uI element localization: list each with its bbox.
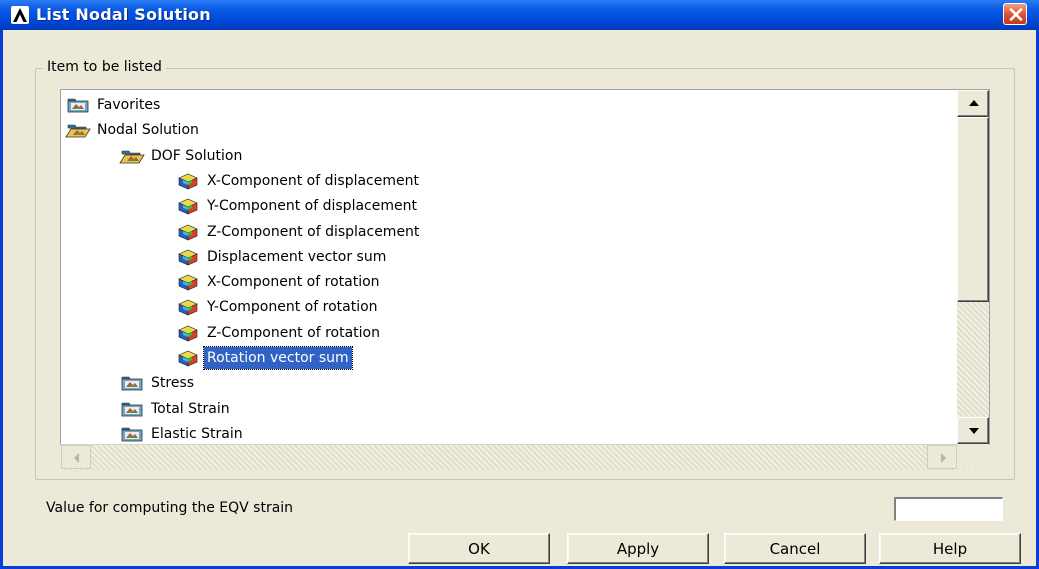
tree-item[interactable]: Displacement vector sum — [175, 245, 389, 269]
tree-item[interactable]: X-Component of displacement — [175, 169, 422, 193]
eqv-strain-input[interactable] — [894, 497, 1003, 521]
tree-item-label: Rotation vector sum — [203, 346, 353, 370]
tree-item[interactable]: Elastic Strain — [119, 422, 246, 444]
tree-item[interactable]: Stress — [119, 371, 197, 395]
tree-item-label: X-Component of rotation — [207, 274, 380, 291]
tree-item-label: Z-Component of displacement — [207, 223, 420, 240]
ansys-logo-icon — [11, 6, 29, 24]
tree-item-label: Elastic Strain — [151, 425, 243, 442]
vertical-scroll-thumb[interactable] — [957, 117, 989, 302]
title-bar[interactable]: List Nodal Solution — [0, 0, 1039, 30]
tree-item-label: Stress — [151, 375, 195, 392]
tree-item[interactable]: X-Component of rotation — [175, 270, 383, 294]
result-cube-icon — [175, 348, 201, 368]
tree-item[interactable]: Nodal Solution — [65, 118, 202, 142]
arrow-right-icon — [941, 453, 946, 463]
result-cube-icon — [175, 247, 201, 267]
result-cube-icon — [175, 171, 201, 191]
tree-item-label: X-Component of displacement — [207, 172, 419, 189]
apply-button[interactable]: Apply — [567, 533, 709, 564]
cancel-button[interactable]: Cancel — [724, 533, 866, 564]
tree-item[interactable]: Total Strain — [119, 397, 233, 421]
solution-tree[interactable]: Favorites Nodal Solution DOF Solution X-Com… — [60, 89, 990, 445]
ok-button[interactable]: OK — [408, 533, 550, 564]
tree-item-label: Y-Component of displacement — [207, 198, 417, 215]
tree-item[interactable]: Z-Component of displacement — [175, 220, 422, 244]
group-legend: Item to be listed — [43, 59, 166, 75]
folder-closed-icon — [65, 95, 91, 115]
result-cube-icon — [175, 222, 201, 242]
vertical-scrollbar[interactable] — [957, 90, 989, 444]
result-cube-icon — [175, 272, 201, 292]
tree-item[interactable]: Y-Component of rotation — [175, 295, 381, 319]
eqv-strain-label: Value for computing the EQV strain — [46, 500, 294, 516]
tree-item[interactable]: DOF Solution — [119, 144, 245, 168]
folder-closed-icon — [119, 399, 145, 419]
tree-item-label: DOF Solution — [151, 147, 243, 164]
folder-open-icon — [65, 120, 91, 140]
scroll-down-button[interactable] — [957, 417, 989, 444]
result-cube-icon — [175, 196, 201, 216]
horizontal-scrollbar[interactable] — [61, 444, 989, 470]
scroll-right-button[interactable] — [927, 445, 957, 469]
close-icon — [1009, 8, 1023, 21]
tree-item[interactable]: Y-Component of displacement — [175, 194, 420, 218]
tree-item-label: Favorites — [97, 97, 161, 113]
result-cube-icon — [175, 297, 201, 317]
result-cube-icon — [175, 323, 201, 343]
folder-closed-icon — [119, 373, 145, 393]
scroll-up-button[interactable] — [957, 90, 989, 117]
tree-item-label: Total Strain — [151, 400, 230, 417]
scrollbar-corner — [957, 444, 989, 469]
folder-closed-icon — [119, 424, 145, 444]
tree-item[interactable]: Favorites — [65, 93, 163, 117]
arrow-left-icon — [74, 453, 79, 463]
help-button[interactable]: Help — [879, 533, 1021, 564]
tree-item-label: Y-Component of rotation — [207, 299, 378, 316]
tree-item-label: Displacement vector sum — [207, 248, 387, 265]
arrow-up-icon — [969, 100, 979, 106]
arrow-down-icon — [969, 428, 979, 434]
folder-open-icon — [119, 146, 145, 166]
tree-item-label: Z-Component of rotation — [207, 324, 380, 341]
tree-item-label: Nodal Solution — [97, 122, 199, 139]
tree-item[interactable]: Z-Component of rotation — [175, 321, 383, 345]
scroll-left-button[interactable] — [61, 445, 91, 469]
close-button[interactable] — [1003, 3, 1027, 25]
tree-item[interactable]: Rotation vector sum — [175, 346, 353, 370]
window-title: List Nodal Solution — [36, 5, 211, 24]
